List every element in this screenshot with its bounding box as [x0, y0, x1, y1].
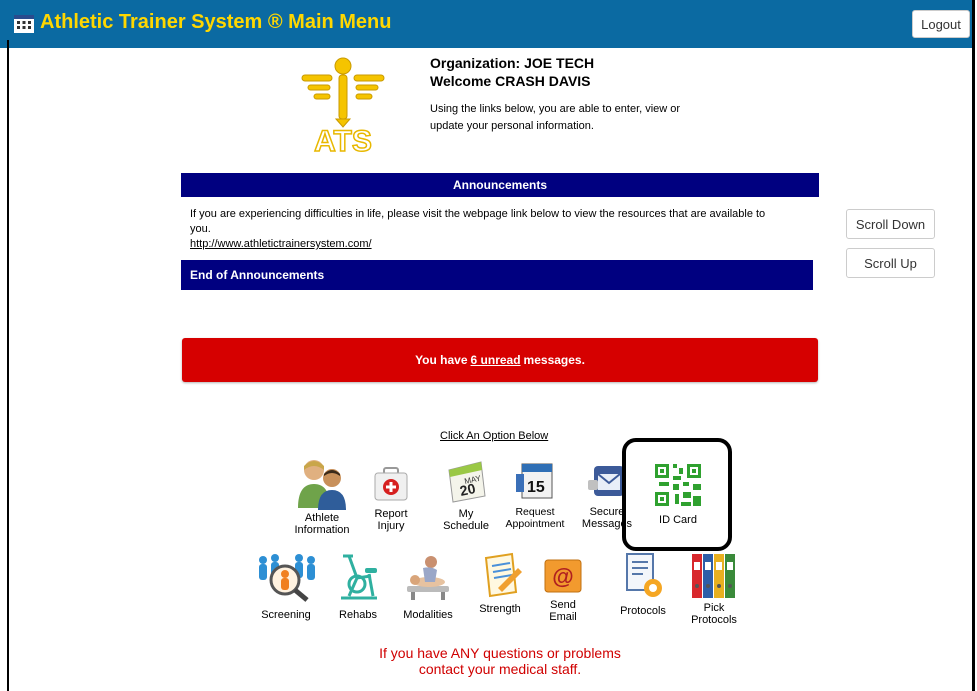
messages-suffix: messages. [523, 353, 585, 367]
announcement-link[interactable]: http://www.athletictrainersystem.com/ [190, 237, 770, 252]
option-report-injury[interactable]: Report Injury [366, 464, 416, 532]
footer-line-2: contact your medical staff. [418, 661, 582, 677]
option-pick-protocols[interactable]: Pick Protocols [684, 552, 744, 626]
option-request-appointment[interactable]: 15 Request Appointment [502, 458, 568, 530]
unread-messages-link[interactable]: 6 unread [471, 353, 521, 367]
option-athlete-information[interactable]: Athlete Information [283, 456, 361, 536]
unread-messages-banner: You have 6 unread messages. [182, 338, 818, 382]
scroll-down-button[interactable]: Scroll Down [846, 209, 935, 239]
svg-text:@: @ [552, 564, 573, 589]
binders-icon [692, 554, 735, 598]
calculator-icon [14, 15, 34, 33]
footer-line-1: If you have ANY questions or problems [379, 645, 621, 661]
messages-prefix: You have [415, 353, 468, 367]
report-injury-icon [374, 467, 408, 501]
organization-label: Organization: JOE TECH [430, 55, 595, 71]
logout-button[interactable]: Logout [912, 10, 970, 38]
email-icon: @ [544, 559, 582, 593]
calendar-icon: MAY 20 [448, 461, 486, 503]
intro-text: Using the links below, you are able to e… [430, 103, 681, 132]
screening-icon [259, 554, 315, 602]
page-title: Athletic Trainer System ® Main Menu [40, 11, 392, 33]
option-strength[interactable]: Strength [472, 552, 528, 615]
athlete-info-icon [298, 460, 346, 510]
contact-medical-staff-note: If you have ANY questions or problems co… [300, 645, 700, 677]
scroll-up-button[interactable]: Scroll Up [846, 248, 935, 278]
announcements-header: Announcements [181, 173, 819, 197]
frame-border-right [972, 0, 975, 691]
ats-logo: ATS [301, 57, 385, 155]
options-prompt: Click An Option Below [440, 430, 549, 442]
option-modalities[interactable]: Modalities [394, 552, 462, 621]
logo-text: ATS [314, 125, 372, 155]
appointment-day-text: 15 [527, 479, 545, 496]
announcement-body: If you are experiencing difficulties in … [190, 207, 770, 252]
option-my-schedule[interactable]: MAY 20 My Schedule [434, 458, 498, 532]
id-card-highlight [622, 438, 732, 551]
option-rehabs[interactable]: Rehabs [330, 552, 386, 621]
strength-icon [484, 552, 522, 598]
welcome-label: Welcome CRASH DAVIS [430, 73, 591, 89]
rehab-bike-icon [341, 554, 377, 600]
top-bar: Athletic Trainer System ® Main Menu Logo… [0, 0, 975, 48]
protocols-icon [626, 553, 662, 597]
announcements-end: End of Announcements [181, 260, 813, 290]
modalities-icon [407, 556, 449, 600]
frame-border-left [7, 40, 9, 691]
option-send-email[interactable]: @ Send Email [540, 556, 586, 623]
appointment-calendar-icon: 15 [516, 463, 553, 499]
option-protocols[interactable]: Protocols [610, 552, 676, 617]
announcement-text: If you are experiencing difficulties in … [190, 208, 766, 235]
option-screening[interactable]: Screening [252, 552, 320, 621]
